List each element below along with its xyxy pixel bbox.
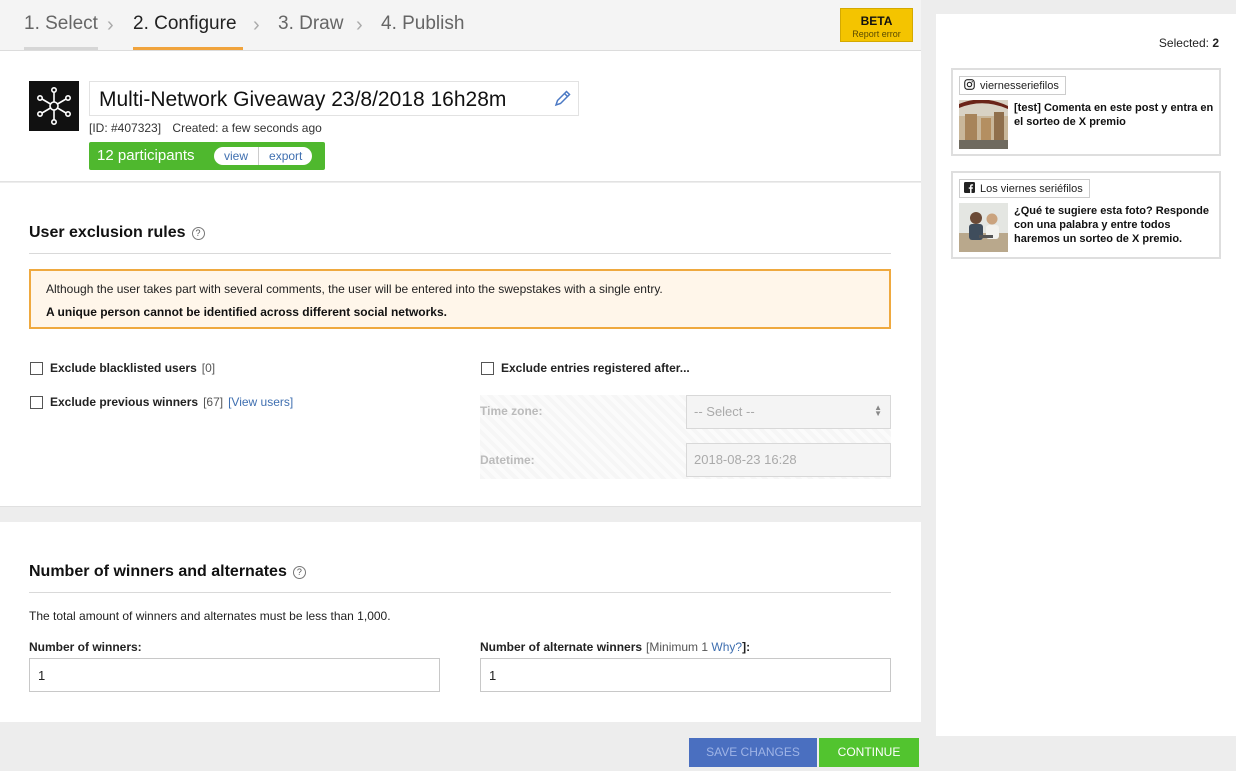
participants-count: 12 participants bbox=[97, 147, 195, 164]
timezone-selected-value: -- Select -- bbox=[694, 404, 755, 419]
previous-winners-count: [67] bbox=[203, 395, 224, 409]
network-hub-icon bbox=[37, 87, 71, 125]
giveaway-title-field[interactable]: Multi-Network Giveaway 23/8/2018 16h28m bbox=[89, 81, 579, 116]
multi-network-logo bbox=[29, 81, 79, 131]
section-title: User exclusion rules? bbox=[29, 224, 205, 242]
selected-post-card[interactable]: Los viernes seriéfilos ¿Qué te sugiere e… bbox=[951, 171, 1221, 259]
exclude-blacklisted-option[interactable]: Exclude blacklisted users [0] bbox=[30, 361, 220, 375]
step-draw[interactable]: 3. Draw bbox=[278, 13, 343, 50]
giveaway-title: Multi-Network Giveaway 23/8/2018 16h28m bbox=[99, 88, 507, 111]
step-navigation: 1. Select › 2. Configure › 3. Draw › 4. … bbox=[0, 0, 921, 51]
selected-label: Selected: bbox=[1158, 36, 1209, 50]
post-thumbnail bbox=[959, 203, 1008, 252]
alternates-count-input[interactable]: 1 bbox=[480, 658, 891, 692]
step-publish[interactable]: 4. Publish bbox=[381, 13, 464, 50]
checkbox-label: Exclude blacklisted users bbox=[50, 361, 197, 375]
alternates-label-end: ]: bbox=[742, 640, 751, 654]
selected-count: Selected: 2 bbox=[1159, 36, 1219, 50]
timezone-label: Time zone: bbox=[480, 404, 543, 418]
export-participants-link[interactable]: export bbox=[259, 147, 312, 165]
alternates-minimum: [Minimum 1 bbox=[646, 640, 709, 654]
exclusion-rules-section: User exclusion rules? Although the user … bbox=[0, 183, 921, 507]
date-filter-fields: Time zone: -- Select -- ▲ ▼ Datetime: 201… bbox=[480, 395, 891, 479]
exclude-previous-winners-checkbox[interactable] bbox=[30, 395, 43, 409]
giveaway-header: Multi-Network Giveaway 23/8/2018 16h28m … bbox=[0, 51, 921, 182]
selected-number: 2 bbox=[1212, 36, 1219, 50]
datetime-input[interactable]: 2018-08-23 16:28 bbox=[686, 443, 891, 477]
account-tag: viernesseriefilos bbox=[959, 76, 1066, 95]
beta-report-error-button[interactable]: BETA Report error bbox=[840, 8, 913, 42]
exclude-previous-winners-option[interactable]: Exclude previous winners [67] [View user… bbox=[30, 395, 293, 409]
participants-actions: view export bbox=[214, 147, 313, 165]
divider bbox=[29, 253, 891, 254]
instagram-icon bbox=[964, 78, 975, 93]
exclude-after-checkbox[interactable] bbox=[481, 361, 494, 375]
facebook-icon bbox=[964, 181, 975, 196]
participants-badge: 12 participants view export bbox=[89, 142, 325, 170]
chevron-right-icon: › bbox=[253, 14, 260, 36]
view-participants-link[interactable]: view bbox=[214, 147, 260, 165]
chevron-right-icon: › bbox=[107, 14, 114, 36]
notice-text: Although the user takes part with severa… bbox=[46, 282, 663, 296]
alternates-count-label: Number of alternate winners bbox=[480, 640, 643, 654]
account-name: Los viernes seriéfilos bbox=[980, 182, 1083, 195]
pencil-icon[interactable] bbox=[553, 88, 573, 111]
help-icon[interactable]: ? bbox=[191, 227, 205, 240]
help-icon[interactable]: ? bbox=[292, 566, 306, 579]
report-error-label: Report error bbox=[852, 29, 901, 39]
single-entry-notice: Although the user takes part with severa… bbox=[29, 269, 891, 329]
account-tag: Los viernes seriéfilos bbox=[959, 179, 1090, 198]
notice-warning: A unique person cannot be identified acr… bbox=[46, 305, 447, 319]
step-select[interactable]: 1. Select bbox=[24, 13, 98, 50]
save-changes-button[interactable]: SAVE CHANGES bbox=[689, 738, 817, 767]
divider bbox=[29, 592, 891, 593]
section-title: Number of winners and alternates? bbox=[29, 563, 306, 581]
winners-title: Number of winners and alternates bbox=[29, 563, 287, 580]
giveaway-meta: [ID: #407323] Created: a few seconds ago bbox=[89, 121, 330, 135]
post-text: ¿Qué te sugiere esta foto? Responde con … bbox=[1014, 205, 1209, 245]
why-link[interactable]: Why? bbox=[711, 640, 742, 654]
winners-count-input[interactable]: 1 bbox=[29, 658, 440, 692]
checkbox-label: Exclude entries registered after... bbox=[501, 361, 690, 375]
select-arrows-icon: ▲ ▼ bbox=[874, 403, 882, 418]
step-configure[interactable]: 2. Configure bbox=[133, 13, 243, 50]
view-users-link[interactable]: [View users] bbox=[228, 395, 293, 409]
post-thumbnail bbox=[959, 99, 1008, 149]
timezone-select[interactable]: -- Select -- ▲ ▼ bbox=[686, 395, 891, 429]
checkbox-label: Exclude previous winners bbox=[50, 395, 199, 409]
winners-limit-note: The total amount of winners and alternat… bbox=[29, 609, 391, 623]
post-text: [test] Comenta en este post y entra en e… bbox=[1014, 102, 1214, 128]
giveaway-id: [ID: #407323] bbox=[89, 121, 162, 135]
exclude-blacklisted-checkbox[interactable] bbox=[30, 361, 43, 375]
alternates-label-row: Number of alternate winners [Minimum 1 Wh… bbox=[480, 640, 750, 654]
selected-posts-panel: Selected: 2 viernesseriefilos [test] Com… bbox=[936, 14, 1236, 736]
blacklist-count: [0] bbox=[201, 361, 216, 375]
giveaway-created: Created: a few seconds ago bbox=[172, 121, 322, 135]
continue-button[interactable]: CONTINUE bbox=[819, 738, 919, 767]
exclude-after-option[interactable]: Exclude entries registered after... bbox=[481, 361, 695, 375]
datetime-label: Datetime: bbox=[480, 453, 535, 467]
account-name: viernesseriefilos bbox=[980, 79, 1059, 92]
winners-section: Number of winners and alternates? The to… bbox=[0, 522, 921, 722]
exclusion-title: User exclusion rules bbox=[29, 224, 186, 241]
selected-post-card[interactable]: viernesseriefilos [test] Comenta en este… bbox=[951, 68, 1221, 156]
chevron-right-icon: › bbox=[356, 14, 363, 36]
beta-label: BETA bbox=[860, 14, 893, 28]
winners-count-label: Number of winners: bbox=[29, 640, 142, 654]
